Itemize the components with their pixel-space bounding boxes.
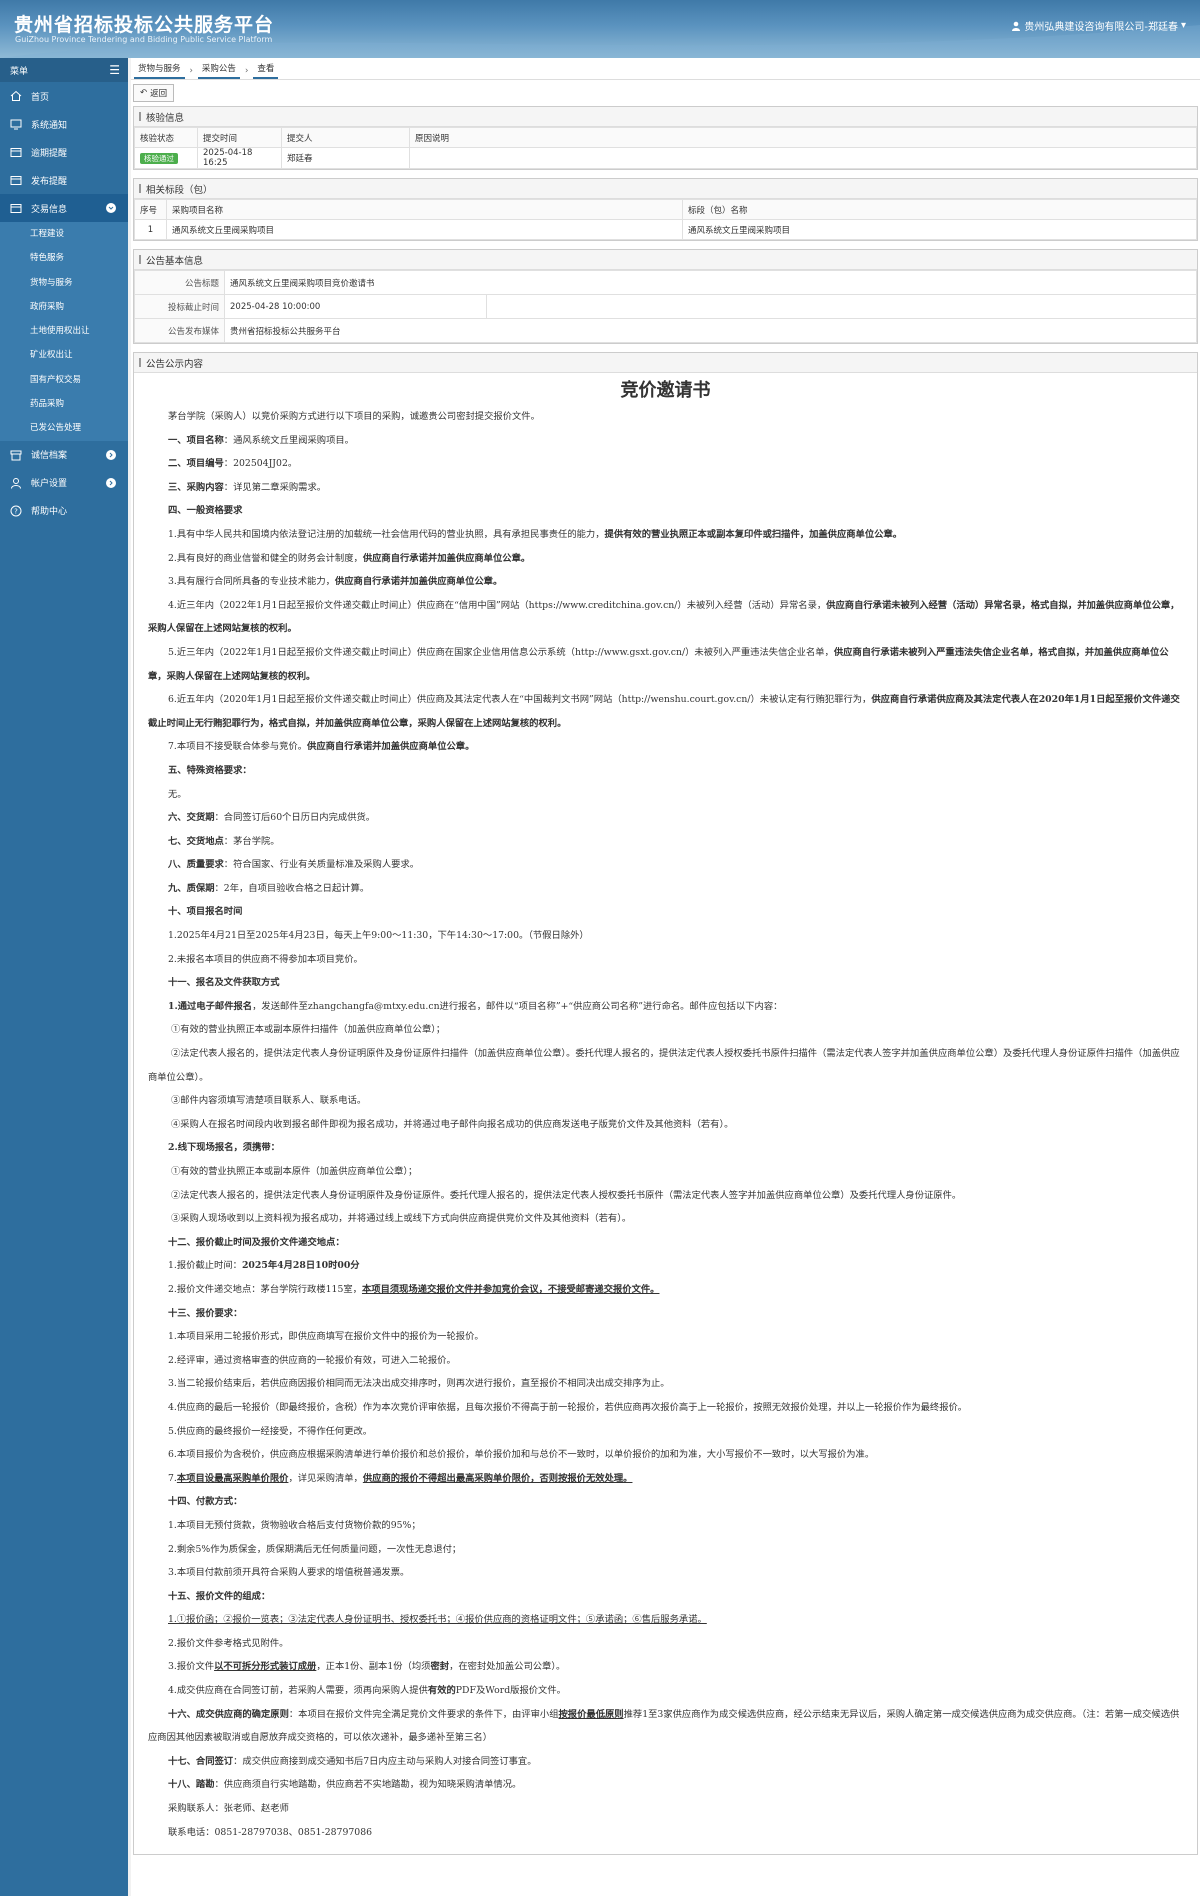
sidebar-subitem[interactable]: 政府采购 bbox=[0, 295, 128, 319]
field-value: 贵州省招标投标公共服务平台 bbox=[224, 318, 1197, 343]
sidebar-item-label: 诚信档案 bbox=[31, 451, 68, 462]
column-header: 提交时间 bbox=[197, 127, 282, 148]
back-button[interactable]: ↶ 返回 bbox=[133, 84, 175, 102]
basic-info-table: 公告标题 通风系统文丘里阀采购项目竞价邀请书 投标截止时间 2025-04-28 1… bbox=[134, 270, 1197, 343]
sidebar-item-notice[interactable]: 系统通知 bbox=[0, 110, 128, 138]
header: 贵州省招标投标公共服务平台 GuiZhou Province Tendering… bbox=[0, 0, 1200, 58]
sidebar-item-label: 帐户设置 bbox=[31, 479, 68, 490]
sidebar-header: 菜单 ☰ bbox=[0, 58, 128, 82]
column-header: 核验状态 bbox=[134, 127, 198, 148]
column-header: 提交人 bbox=[281, 127, 410, 148]
sidebar-item-overdue[interactable]: 逾期提醒 bbox=[0, 138, 128, 166]
field-label: 投标截止时间 bbox=[134, 294, 225, 319]
chevron-down-icon bbox=[106, 203, 116, 213]
user-icon bbox=[9, 476, 23, 490]
field-label: 公告标题 bbox=[134, 270, 225, 295]
table-cell: 1 bbox=[134, 219, 167, 240]
folder-icon bbox=[9, 201, 23, 215]
column-header: 标段（包）名称 bbox=[682, 199, 1197, 220]
monitor-icon bbox=[9, 117, 23, 131]
breadcrumb-item[interactable]: 采购公告 bbox=[197, 62, 240, 79]
sections-table: 序号 采购项目名称 标段（包）名称 1 通风系统文丘里阀采购项目 通风系统文丘里阀采购项… bbox=[134, 199, 1197, 240]
user-name: 贵州弘典建设咨询有限公司-郑廷春 bbox=[1024, 22, 1178, 33]
breadcrumb: 货物与服务 › 采购公告 › 查看 bbox=[131, 58, 1200, 80]
panel-title: 公告基本信息 bbox=[134, 250, 1197, 270]
chevron-right-icon bbox=[106, 477, 116, 488]
sidebar-submenu: 工程建设 特色服务 货物与服务 政府采购 土地使用权出让 矿业权出让 国有产权交… bbox=[0, 222, 128, 441]
basic-info-panel: 公告基本信息 公告标题 通风系统文丘里阀采购项目竞价邀请书 投标截止时间 2025-… bbox=[133, 249, 1198, 344]
sidebar-item-help[interactable]: ? 帮助中心 bbox=[0, 497, 128, 525]
menu-label: 菜单 bbox=[10, 66, 29, 77]
sidebar-subitem[interactable]: 货物与服务 bbox=[0, 271, 128, 295]
user-icon bbox=[1012, 21, 1021, 31]
status-badge: 核验通过 bbox=[140, 152, 178, 164]
table-cell bbox=[409, 147, 1197, 169]
platform-title: 贵州省招标投标公共服务平台 bbox=[14, 14, 275, 36]
platform-subtitle: GuiZhou Province Tendering and Bidding P… bbox=[15, 35, 273, 44]
folder-icon bbox=[9, 173, 23, 187]
toolbar: ↶ 返回 bbox=[131, 80, 1200, 106]
panel-title: 公告公示内容 bbox=[134, 353, 1197, 373]
sidebar-subitem[interactable]: 特色服务 bbox=[0, 246, 128, 270]
caret-down-icon: ▾ bbox=[1180, 20, 1186, 31]
table-row: 1 通风系统文丘里阀采购项目 通风系统文丘里阀采购项目 bbox=[134, 219, 1197, 240]
sidebar-subitem[interactable]: 矿业权出让 bbox=[0, 343, 128, 367]
sidebar-item-label: 系统通知 bbox=[31, 120, 68, 131]
sidebar-subitem[interactable]: 工程建设 bbox=[0, 222, 128, 246]
sidebar-item-label: 发布提醒 bbox=[31, 176, 68, 187]
folder-icon bbox=[9, 145, 23, 159]
sidebar-item-account[interactable]: 帐户设置 bbox=[0, 469, 128, 497]
sidebar-subitem[interactable]: 药品采购 bbox=[0, 392, 128, 416]
column-header: 序号 bbox=[134, 199, 167, 220]
hamburger-icon[interactable]: ☰ bbox=[109, 63, 120, 77]
sidebar-item-credit[interactable]: 诚信档案 bbox=[0, 441, 128, 469]
svg-text:?: ? bbox=[14, 507, 18, 515]
breadcrumb-item[interactable]: 货物与服务 bbox=[134, 62, 185, 79]
archive-icon bbox=[9, 448, 23, 462]
breadcrumb-item[interactable]: 查看 bbox=[253, 62, 279, 79]
sidebar-item-label: 交易信息 bbox=[31, 204, 68, 215]
field-value: 2025-04-28 10:00:00 bbox=[224, 294, 487, 319]
sidebar-item-label: 帮助中心 bbox=[31, 507, 68, 518]
sidebar-item-label: 首页 bbox=[31, 92, 50, 103]
sidebar-subitem[interactable]: 已发公告处理 bbox=[0, 416, 128, 440]
table-cell: 通风系统文丘里阀采购项目 bbox=[166, 219, 683, 240]
back-icon: ↶ bbox=[140, 88, 148, 98]
sections-panel: 相关标段（包） 序号 采购项目名称 标段（包）名称 1 通风系统文丘里阀采购项目 通风系… bbox=[133, 178, 1198, 241]
verify-panel: 核验信息 核验状态 提交时间 提交人 原因说明 核验通过 2025-04-18 16:2… bbox=[133, 106, 1198, 170]
home-icon bbox=[9, 89, 23, 103]
sidebar-subitem[interactable]: 国有产权交易 bbox=[0, 368, 128, 392]
verify-table: 核验状态 提交时间 提交人 原因说明 核验通过 2025-04-18 16:25 郑廷春 bbox=[134, 127, 1197, 169]
sidebar-item-home[interactable]: 首页 bbox=[0, 82, 128, 110]
back-button-label: 返回 bbox=[150, 89, 168, 99]
table-cell: 郑廷春 bbox=[281, 147, 410, 169]
sidebar: 菜单 ☰ 首页 系统通知 逾期提醒 发布提醒 交易信息 工程建设 特色服务 货物… bbox=[0, 58, 128, 1896]
column-header: 原因说明 bbox=[409, 127, 1197, 148]
field-label: 公告发布媒体 bbox=[134, 318, 225, 343]
user-menu[interactable]: 贵州弘典建设咨询有限公司-郑廷春 ▾ bbox=[1011, 18, 1186, 33]
panel-title: 相关标段（包） bbox=[134, 179, 1197, 199]
sidebar-item-trade[interactable]: 交易信息 bbox=[0, 194, 128, 222]
content-panel: 公告公示内容 竞价邀请书 茅台学院（采购人）以竞价采购方式进行以下项目的采购，诚… bbox=[133, 352, 1198, 1856]
field-value: 通风系统文丘里阀采购项目竞价邀请书 bbox=[224, 270, 1197, 295]
announcement-content: 竞价邀请书 茅台学院（采购人）以竞价采购方式进行以下项目的采购，诚邀贵公司密封提… bbox=[134, 373, 1197, 1854]
main-content: 货物与服务 › 采购公告 › 查看 ↶ 返回 核验信息 核验状态 提交时间 提交人 原因说明… bbox=[131, 58, 1200, 1896]
table-cell: 2025-04-18 16:25 bbox=[197, 147, 282, 169]
panel-title: 核验信息 bbox=[134, 107, 1197, 127]
help-icon: ? bbox=[9, 504, 23, 518]
sidebar-item-publish[interactable]: 发布提醒 bbox=[0, 166, 128, 194]
chevron-right-icon bbox=[106, 449, 116, 460]
document-title: 竞价邀请书 bbox=[620, 380, 711, 401]
sidebar-item-label: 逾期提醒 bbox=[31, 148, 68, 159]
sidebar-subitem[interactable]: 土地使用权出让 bbox=[0, 319, 128, 343]
column-header: 采购项目名称 bbox=[166, 199, 683, 220]
table-cell: 通风系统文丘里阀采购项目 bbox=[682, 219, 1197, 240]
table-row: 核验通过 2025-04-18 16:25 郑廷春 bbox=[134, 147, 1197, 169]
